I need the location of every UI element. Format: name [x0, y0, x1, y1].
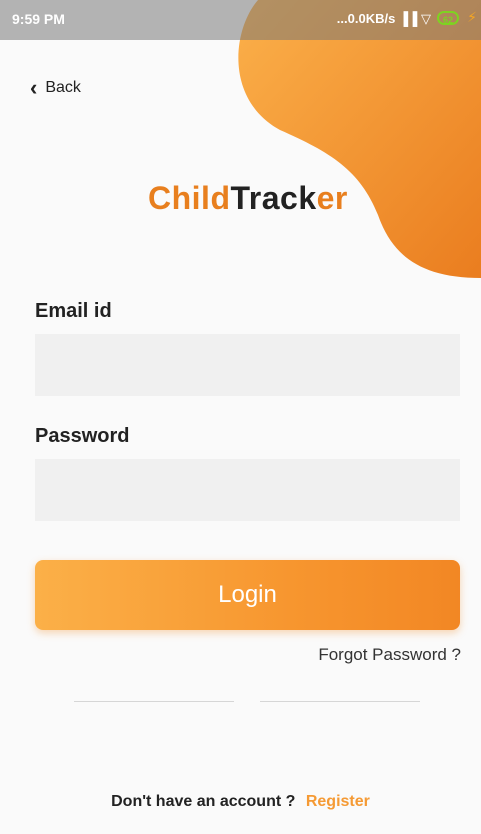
status-bar: 9:59 PM ...0.0KB/s ▐▐ ▽ 62 ⚡	[0, 0, 481, 40]
register-prompt-text: Don't have an account ?	[111, 793, 296, 810]
logo-part-er: er	[316, 180, 348, 216]
forgot-password-link[interactable]: Forgot Password ?	[318, 645, 461, 665]
divider-right	[260, 701, 420, 702]
chevron-left-icon: ‹	[30, 75, 38, 100]
app-logo: ChildTracker	[148, 180, 348, 217]
register-link[interactable]: Register	[306, 793, 370, 810]
login-button[interactable]: Login	[35, 560, 460, 630]
logo-part-track: Track	[230, 180, 317, 216]
divider-left	[74, 701, 234, 702]
signal-icon: ▐▐	[398, 11, 418, 26]
header-blob-shape	[238, 0, 481, 278]
network-speed: ...0.0KB/s ▐▐ ▽	[336, 11, 431, 26]
password-field[interactable]	[35, 459, 460, 521]
charging-icon: ⚡	[467, 9, 477, 25]
back-label: Back	[45, 79, 81, 96]
register-prompt: Don't have an account ? Register	[0, 793, 481, 811]
logo-part-child: Child	[148, 180, 231, 216]
email-field[interactable]	[35, 334, 460, 396]
wifi-icon: ▽	[421, 11, 431, 26]
email-label: Email id	[35, 300, 112, 322]
password-label: Password	[35, 425, 130, 447]
status-time: 9:59 PM	[12, 11, 65, 27]
back-button[interactable]: ‹ Back	[30, 76, 81, 100]
battery-icon: 62	[437, 11, 459, 25]
